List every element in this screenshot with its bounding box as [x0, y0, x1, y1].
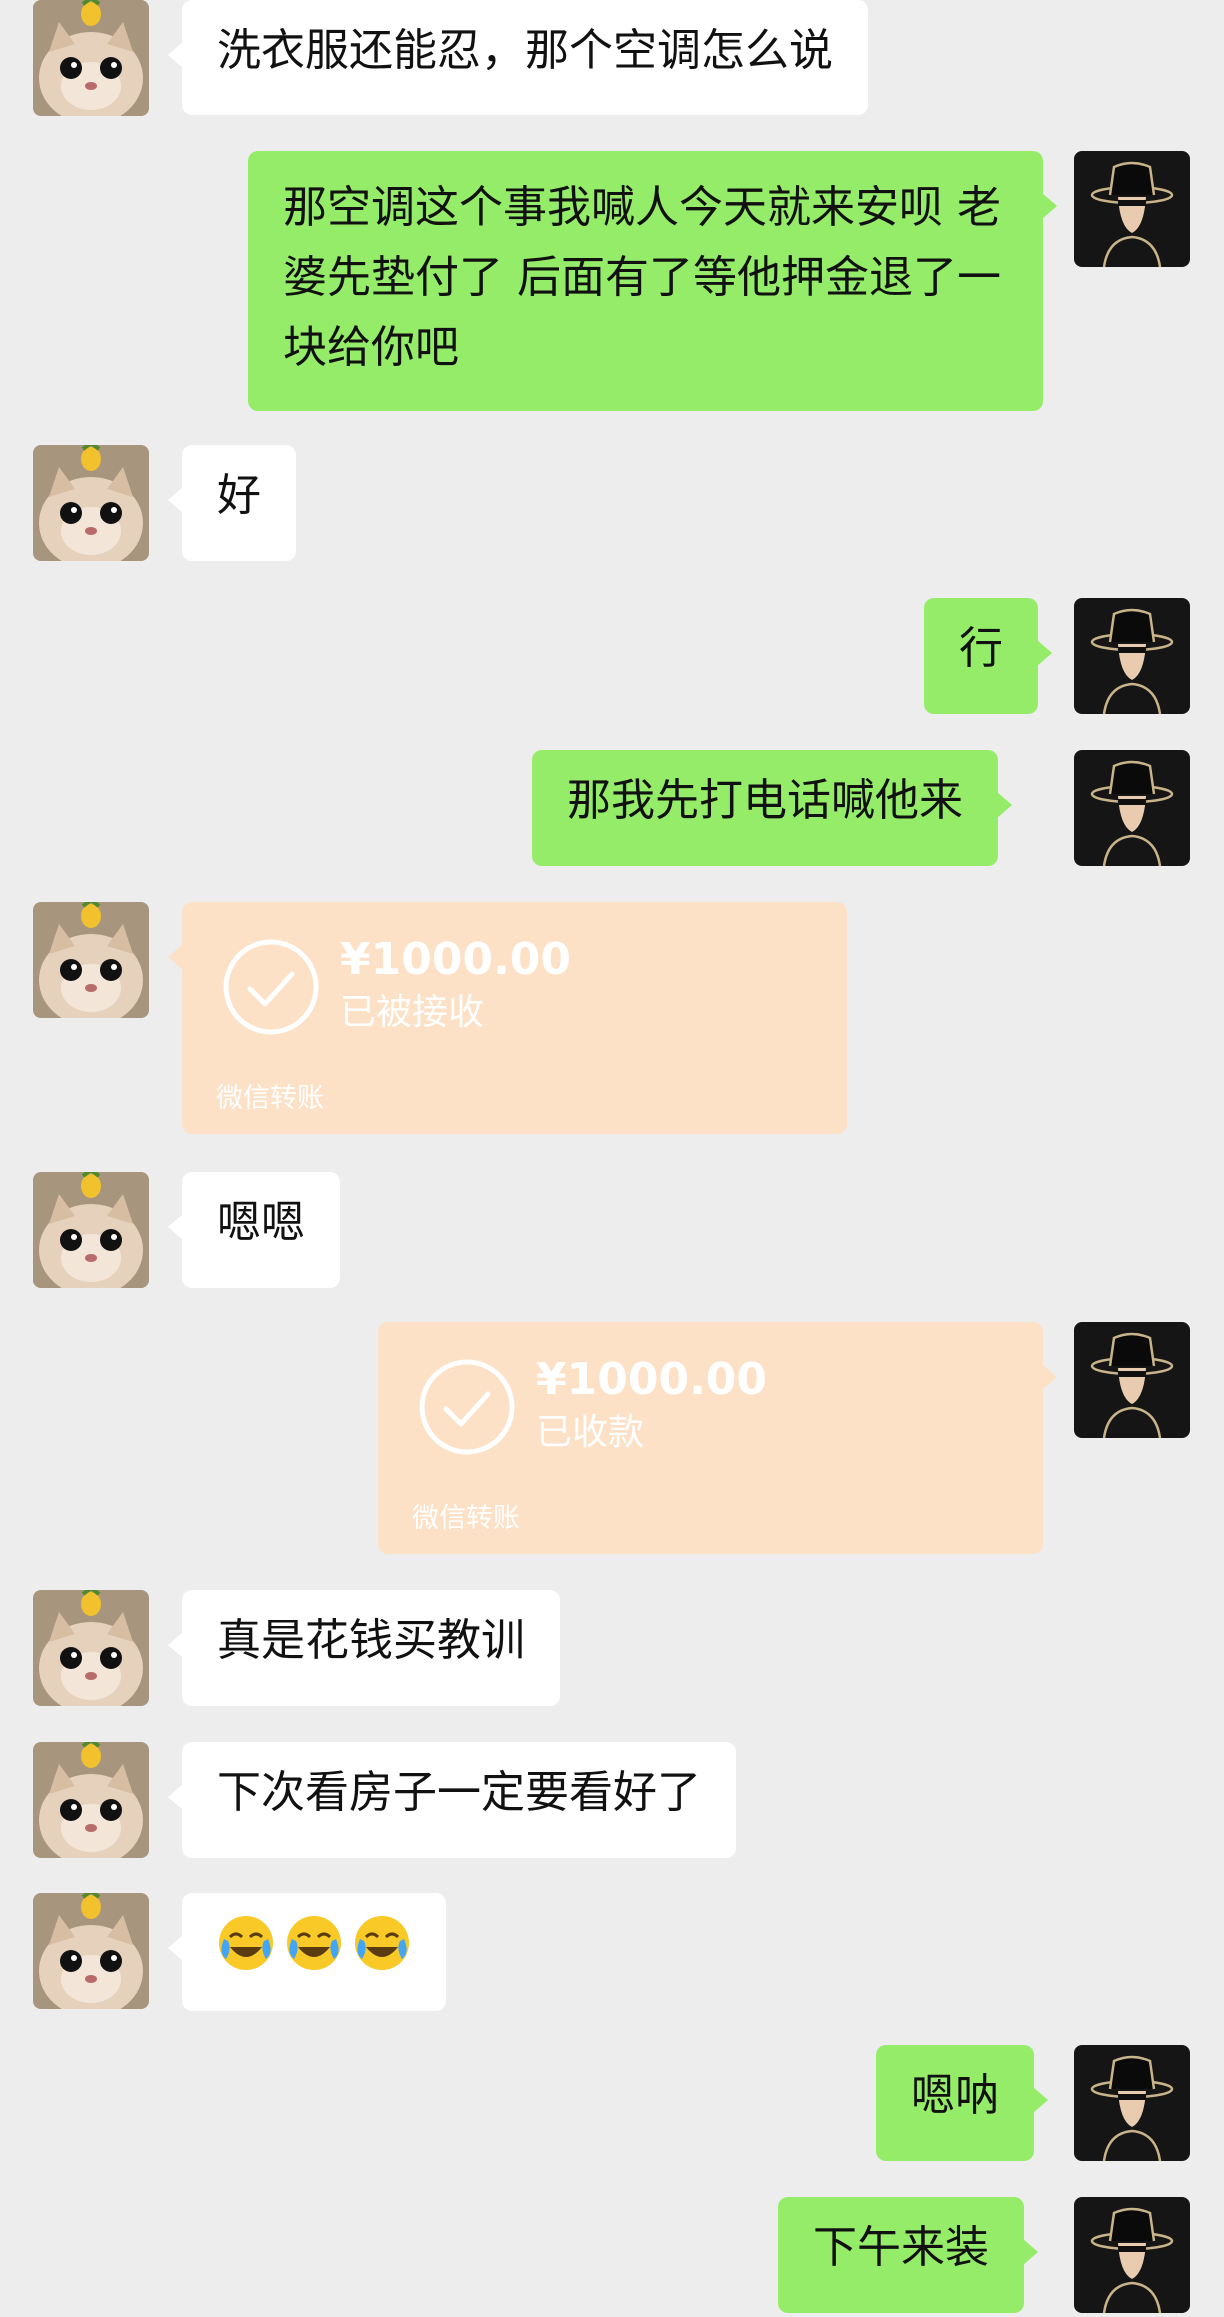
- message-text: 下次看房子一定要看好了: [217, 1767, 701, 1818]
- hat-figure-avatar-icon: [1074, 2045, 1190, 2161]
- hat-figure-avatar-icon: [1074, 151, 1190, 267]
- contact-avatar[interactable]: [33, 1742, 149, 1858]
- cat-with-pineapple-avatar-icon: [33, 1893, 149, 2009]
- contact-avatar[interactable]: [33, 1590, 149, 1706]
- outgoing-message-bubble[interactable]: 行: [924, 598, 1052, 714]
- message-text: 下午来装: [813, 2222, 989, 2273]
- contact-avatar[interactable]: [33, 1893, 149, 2009]
- incoming-message-bubble[interactable]: 洗衣服还能忍，那个空调怎么说: [168, 0, 868, 115]
- transfer-amount: ¥1000.00: [340, 934, 572, 985]
- cat-with-pineapple-avatar-icon: [33, 1590, 149, 1706]
- incoming-message-bubble[interactable]: 嗯嗯: [168, 1172, 340, 1288]
- crying-laughing-face-icon: [287, 1916, 341, 1970]
- crying-laughing-face-icon: [355, 1916, 409, 1970]
- transfer-status: 已被接收: [340, 992, 485, 1033]
- outgoing-message-bubble[interactable]: 下午来装: [778, 2197, 1038, 2313]
- message-text: 嗯呐: [911, 2070, 999, 2121]
- contact-avatar[interactable]: [33, 902, 149, 1018]
- hat-figure-avatar-icon: [1074, 750, 1190, 866]
- message-text: 洗衣服还能忍，那个空调怎么说: [217, 25, 833, 76]
- crying-laughing-face-icon: [219, 1916, 273, 1970]
- contact-avatar[interactable]: [33, 0, 149, 116]
- message-text: 行: [959, 623, 1003, 674]
- incoming-message-bubble[interactable]: 真是花钱买教训: [168, 1590, 560, 1706]
- outgoing-message-bubble[interactable]: 嗯呐: [876, 2045, 1048, 2161]
- hat-figure-avatar-icon: [1074, 598, 1190, 714]
- transfer-footer: 微信转账: [216, 1083, 324, 1114]
- cat-with-pineapple-avatar-icon: [33, 1742, 149, 1858]
- message-text: 真是花钱买教训: [217, 1615, 525, 1666]
- contact-avatar[interactable]: [33, 445, 149, 561]
- transfer-card[interactable]: ¥1000.00 已被接收 微信转账: [168, 902, 847, 1134]
- contact-avatar[interactable]: [33, 1172, 149, 1288]
- transfer-status: 已收款: [536, 1412, 645, 1453]
- outgoing-message-bubble[interactable]: 那我先打电话喊他来: [532, 750, 1012, 866]
- my-avatar[interactable]: [1074, 2197, 1190, 2313]
- cat-with-pineapple-avatar-icon: [33, 902, 149, 1018]
- hat-figure-avatar-icon: [1074, 1322, 1190, 1438]
- my-avatar[interactable]: [1074, 1322, 1190, 1438]
- my-avatar[interactable]: [1074, 598, 1190, 714]
- check-circle-icon: [418, 1358, 516, 1456]
- message-text: 嗯嗯: [217, 1197, 305, 1248]
- check-circle-icon: [222, 938, 320, 1036]
- cat-with-pineapple-avatar-icon: [33, 445, 149, 561]
- incoming-message-bubble[interactable]: 下次看房子一定要看好了: [168, 1742, 736, 1858]
- my-avatar[interactable]: [1074, 2045, 1190, 2161]
- outgoing-message-bubble[interactable]: 那空调这个事我喊人今天就来安呗 老婆先垫付了 后面有了等他押金退了一块给你吧: [248, 151, 1057, 411]
- incoming-message-bubble[interactable]: 好: [168, 445, 296, 561]
- cat-with-pineapple-avatar-icon: [33, 1172, 149, 1288]
- message-text: 好: [217, 470, 261, 521]
- hat-figure-avatar-icon: [1074, 2197, 1190, 2313]
- transfer-footer: 微信转账: [412, 1503, 520, 1534]
- cat-with-pineapple-avatar-icon: [33, 0, 149, 116]
- incoming-message-bubble[interactable]: [168, 1893, 446, 2011]
- transfer-card[interactable]: ¥1000.00 已收款 微信转账: [378, 1322, 1057, 1554]
- message-text: 那我先打电话喊他来: [567, 775, 963, 826]
- my-avatar[interactable]: [1074, 151, 1190, 267]
- my-avatar[interactable]: [1074, 750, 1190, 866]
- transfer-amount: ¥1000.00: [536, 1354, 768, 1405]
- message-text: 那空调这个事我喊人今天就来安呗 老婆先垫付了 后面有了等他押金退了一块给你吧: [283, 182, 1001, 373]
- emoji-group: [216, 1913, 412, 1973]
